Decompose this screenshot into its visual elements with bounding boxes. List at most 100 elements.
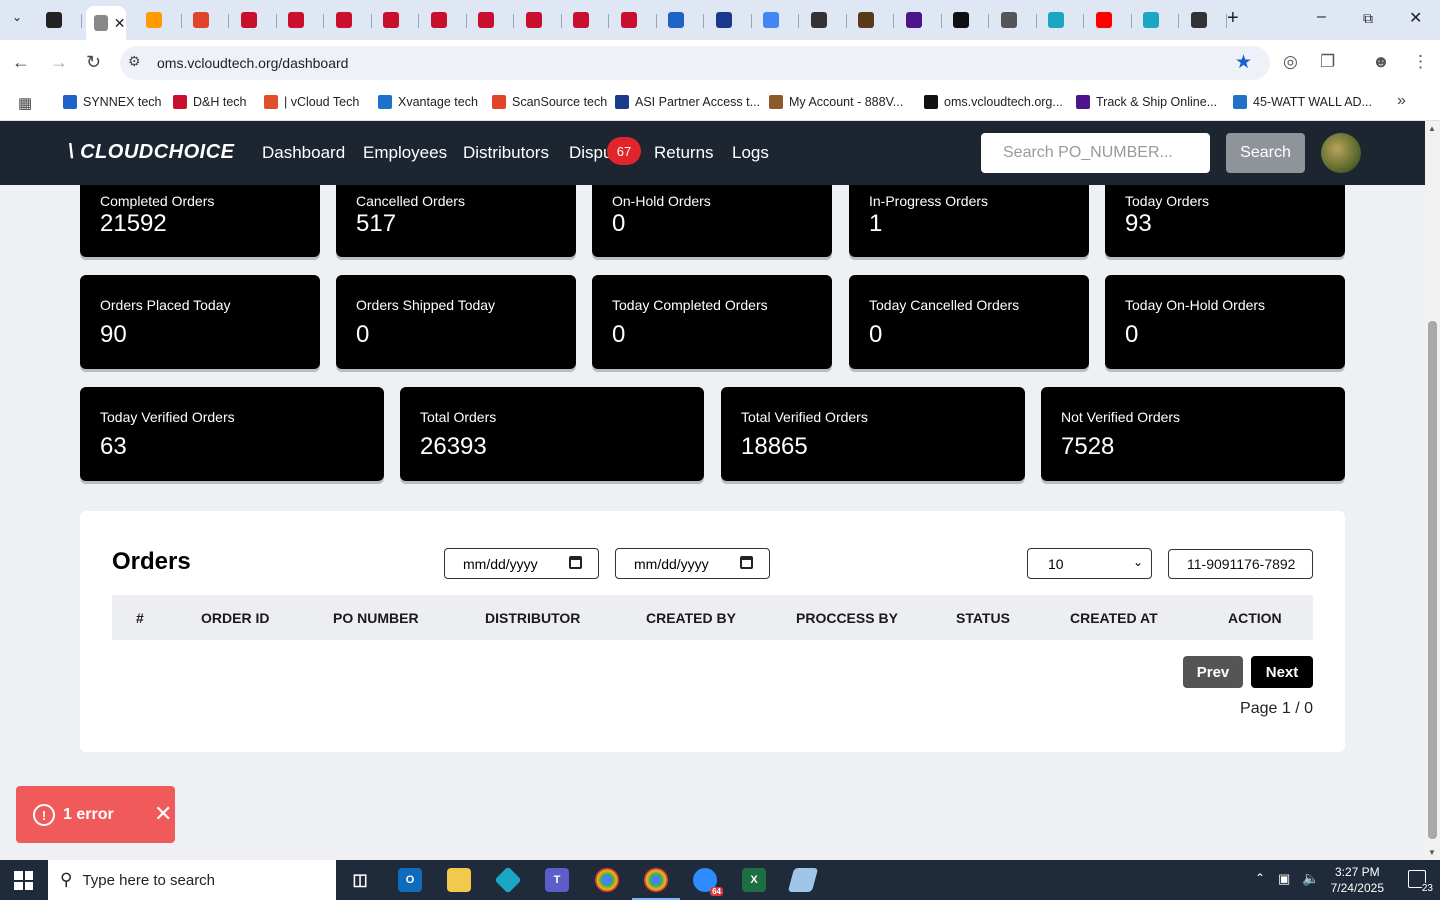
volume-icon[interactable]: 🔈	[1302, 870, 1319, 887]
notification-center-icon[interactable]: 23	[1408, 870, 1433, 894]
tab-search-chevron-icon[interactable]: ⌄	[12, 10, 22, 24]
browser-tab[interactable]	[1040, 6, 1084, 34]
app-diamond-icon[interactable]	[494, 866, 522, 894]
site-info-icon[interactable]: ⚙	[128, 53, 141, 70]
browser-tab[interactable]	[708, 6, 752, 34]
minimize-icon[interactable]: –	[1317, 8, 1326, 26]
browser-tab[interactable]	[898, 6, 942, 34]
browser-tab[interactable]	[993, 6, 1037, 34]
browser-tab[interactable]	[328, 6, 372, 34]
bookmark-item[interactable]: 45-WATT WALL AD...	[1233, 92, 1372, 112]
nav-distributors[interactable]: Distributors	[463, 143, 549, 163]
nav-logs[interactable]: Logs	[732, 143, 769, 163]
bookmark-item[interactable]: ScanSource tech	[492, 92, 607, 112]
close-tab-icon[interactable]: ✕	[114, 15, 126, 32]
outlook-icon[interactable]: O	[398, 868, 422, 892]
url-text[interactable]: oms.vcloudtech.org/dashboard	[157, 55, 348, 71]
cloudchoice-logo[interactable]: \ CLOUDCHOICE	[68, 141, 235, 164]
windows-start-icon[interactable]	[14, 871, 33, 890]
scrollbar-thumb[interactable]	[1428, 321, 1437, 839]
tab-separator	[1083, 14, 1084, 28]
bookmark-item[interactable]: SYNNEX tech	[63, 92, 162, 112]
browser-tab[interactable]	[518, 6, 562, 34]
calendar-icon[interactable]	[569, 556, 582, 569]
bookmark-item[interactable]: | vCloud Tech	[264, 92, 359, 112]
disputes-count-badge: 67	[607, 137, 641, 165]
browser-tab[interactable]	[233, 6, 277, 34]
calendar-icon[interactable]	[740, 556, 753, 569]
error-toast[interactable]: ! 1 error ✕	[16, 786, 175, 843]
excel-icon[interactable]: X	[742, 868, 766, 892]
chrome-active-icon[interactable]	[632, 868, 680, 900]
bookmark-item[interactable]: Track & Ship Online...	[1076, 92, 1217, 112]
tray-chevron-icon[interactable]: ⌃	[1255, 871, 1265, 885]
bookmark-item[interactable]: D&H tech	[173, 92, 247, 112]
network-icon[interactable]: ▣	[1278, 871, 1290, 887]
taskbar-clock[interactable]: 3:27 PM 7/24/2025	[1331, 864, 1384, 896]
browser-tab[interactable]	[470, 6, 514, 34]
bookmark-item[interactable]: My Account - 888V...	[769, 92, 903, 112]
stat-value: 0	[612, 210, 626, 237]
bookmark-item[interactable]: oms.vcloudtech.org...	[924, 92, 1063, 112]
browser-tab[interactable]	[185, 6, 229, 34]
translate-icon[interactable]: ◎	[1283, 52, 1298, 72]
taskbar-search-box[interactable]: ⚲ Type here to search	[48, 860, 336, 900]
menu-kebab-icon[interactable]: ⋮	[1412, 52, 1429, 72]
apps-grid-icon[interactable]: ▦	[18, 94, 32, 112]
new-tab-plus-icon[interactable]: +	[1227, 7, 1239, 30]
close-window-icon[interactable]: ✕	[1409, 8, 1422, 28]
browser-tab[interactable]	[613, 6, 657, 34]
page-scrollbar[interactable]: ▲ ▼	[1425, 121, 1440, 860]
search-button[interactable]: Search	[1226, 133, 1305, 173]
url-omnibox[interactable]: ⚙ oms.vcloudtech.org/dashboard ★	[120, 46, 1270, 80]
back-arrow-icon[interactable]: ←	[12, 52, 30, 73]
forward-arrow-icon[interactable]: →	[50, 52, 68, 73]
browser-tab[interactable]	[375, 6, 419, 34]
close-icon[interactable]: ✕	[154, 801, 172, 827]
zoom-icon[interactable]: 64	[693, 868, 723, 896]
prev-page-button[interactable]: Prev	[1183, 656, 1243, 688]
nav-dashboard[interactable]: Dashboard	[262, 143, 345, 163]
browser-tab-active[interactable]: ✕	[85, 6, 126, 40]
po-number-search-input[interactable]	[981, 133, 1210, 173]
task-view-icon[interactable]: ◫	[348, 868, 372, 892]
browser-tab[interactable]	[803, 6, 847, 34]
more-bookmarks-chevron-icon[interactable]: »	[1397, 92, 1406, 110]
reload-icon[interactable]: ↻	[86, 52, 101, 73]
per-page-select[interactable]: 10 ⌄	[1027, 548, 1152, 579]
scroll-up-arrow-icon[interactable]: ▲	[1428, 124, 1436, 133]
browser-tab[interactable]	[1183, 6, 1227, 34]
scroll-down-arrow-icon[interactable]: ▼	[1428, 848, 1436, 857]
nav-disputes[interactable]: Dispu	[569, 143, 612, 163]
tab-separator	[703, 14, 704, 28]
browser-tab[interactable]	[565, 6, 609, 34]
browser-tab[interactable]	[660, 6, 704, 34]
profile-icon[interactable]: ☻	[1372, 52, 1390, 72]
date-to-input[interactable]: mm/dd/yyyy	[615, 548, 770, 579]
chrome-icon[interactable]	[595, 868, 619, 892]
next-page-button[interactable]: Next	[1251, 656, 1313, 688]
bookmark-item[interactable]: ASI Partner Access t...	[615, 92, 760, 112]
browser-tab[interactable]	[1088, 6, 1132, 34]
bookmark-star-icon[interactable]: ★	[1235, 51, 1252, 74]
nav-returns[interactable]: Returns	[654, 143, 714, 163]
notepad-icon[interactable]	[787, 868, 819, 892]
browser-tab[interactable]	[755, 6, 799, 34]
nav-employees[interactable]: Employees	[363, 143, 447, 163]
user-avatar[interactable]	[1321, 133, 1361, 173]
teams-icon[interactable]: T	[545, 868, 569, 892]
browser-tab[interactable]	[38, 6, 82, 34]
file-explorer-icon[interactable]	[447, 868, 471, 892]
restore-icon[interactable]: ⧉	[1363, 10, 1373, 27]
browser-tab[interactable]	[850, 6, 894, 34]
browser-tab[interactable]	[138, 6, 182, 34]
browser-tab[interactable]	[1135, 6, 1179, 34]
browser-tab[interactable]	[280, 6, 324, 34]
browser-tab[interactable]	[945, 6, 989, 34]
bookmark-item[interactable]: Xvantage tech	[378, 92, 478, 112]
extensions-puzzle-icon[interactable]: ❐	[1320, 52, 1335, 72]
po-filter-input[interactable]	[1168, 549, 1313, 579]
browser-tab[interactable]	[423, 6, 467, 34]
date-from-input[interactable]: mm/dd/yyyy	[444, 548, 599, 579]
youtube-icon	[1095, 12, 1112, 28]
